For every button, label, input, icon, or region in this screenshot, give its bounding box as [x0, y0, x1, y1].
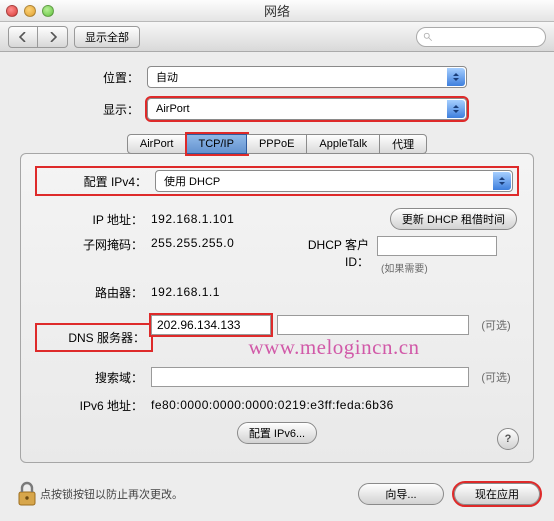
chevron-left-icon — [19, 32, 27, 42]
updown-icon — [447, 68, 465, 86]
apply-now-button[interactable]: 现在应用 — [454, 483, 540, 505]
toolbar: 显示全部 — [0, 22, 554, 52]
nav-back-forward — [8, 26, 68, 48]
config-ipv4-select[interactable]: 使用 DHCP — [155, 170, 513, 192]
tab-pppoe[interactable]: PPPoE — [247, 134, 307, 154]
window-titlebar: 网络 — [0, 0, 554, 22]
forward-button[interactable] — [38, 26, 68, 48]
ip-address-label: IP 地址： — [37, 211, 151, 228]
dns-input-1[interactable] — [151, 315, 271, 335]
dns-label: DNS 服务器： — [37, 325, 151, 350]
search-domain-label: 搜索域： — [37, 369, 151, 386]
dns-input-2[interactable] — [277, 315, 469, 335]
tab-bar: AirPort TCP/IP PPPoE AppleTalk 代理 — [20, 134, 534, 154]
dhcp-client-input[interactable] — [377, 236, 497, 256]
zoom-icon[interactable] — [42, 5, 54, 17]
back-button[interactable] — [8, 26, 38, 48]
help-icon: ? — [505, 433, 512, 445]
config-ipv4-label: 配置 IPv4： — [41, 173, 155, 190]
dns-optional: (可选) — [475, 317, 517, 333]
config-ipv4-value: 使用 DHCP — [164, 173, 220, 189]
router-label: 路由器： — [37, 284, 151, 301]
window-title: 网络 — [264, 1, 290, 20]
tab-airport[interactable]: AirPort — [127, 134, 187, 154]
dhcp-client-hint: (如果需要) — [377, 260, 428, 275]
assist-button[interactable]: 向导... — [358, 483, 444, 505]
close-icon[interactable] — [6, 5, 18, 17]
subnet-value: 255.255.255.0 — [151, 236, 281, 250]
renew-dhcp-button[interactable]: 更新 DHCP 租借时间 — [390, 208, 517, 230]
tcpip-panel: 配置 IPv4： 使用 DHCP IP 地址： 192.168.1.101 更新… — [20, 153, 534, 463]
location-label: 位置： — [87, 69, 147, 86]
search-icon — [423, 32, 433, 42]
ip-address-value: 192.168.1.101 — [151, 212, 301, 226]
subnet-label: 子网掩码： — [37, 236, 151, 253]
dhcp-client-label: DHCP 客户 ID： — [281, 236, 377, 270]
ipv6-address-value: fe80:0000:0000:0000:0219:e3ff:feda:6b36 — [151, 398, 394, 412]
location-value: 自动 — [156, 69, 178, 85]
chevron-right-icon — [49, 32, 57, 42]
lock-text: 点按锁按钮以防止再次更改。 — [40, 486, 183, 502]
footer-bar: 点按锁按钮以防止再次更改。 向导... 现在应用 — [0, 469, 554, 521]
show-all-button[interactable]: 显示全部 — [74, 26, 140, 48]
tab-proxy[interactable]: 代理 — [380, 134, 427, 154]
tab-tcpip[interactable]: TCP/IP — [187, 134, 247, 154]
router-value: 192.168.1.1 — [151, 285, 220, 299]
location-select[interactable]: 自动 — [147, 66, 467, 88]
minimize-icon[interactable] — [24, 5, 36, 17]
tab-appletalk[interactable]: AppleTalk — [307, 134, 380, 154]
updown-icon — [493, 172, 511, 190]
show-all-label: 显示全部 — [85, 29, 129, 45]
search-domain-input[interactable] — [151, 367, 469, 387]
help-button[interactable]: ? — [497, 428, 519, 450]
ipv6-address-label: IPv6 地址： — [37, 397, 151, 414]
show-label: 显示： — [87, 101, 147, 118]
updown-icon — [447, 100, 465, 118]
search-domain-optional: (可选) — [475, 369, 517, 385]
watermark-text: www.melogincn.cn — [151, 335, 517, 360]
show-select[interactable]: AirPort — [147, 98, 467, 120]
window-traffic-lights — [6, 5, 54, 17]
show-value: AirPort — [156, 103, 190, 115]
lock-icon — [16, 481, 38, 507]
search-input[interactable] — [416, 27, 546, 47]
configure-ipv6-button[interactable]: 配置 IPv6... — [237, 422, 317, 444]
